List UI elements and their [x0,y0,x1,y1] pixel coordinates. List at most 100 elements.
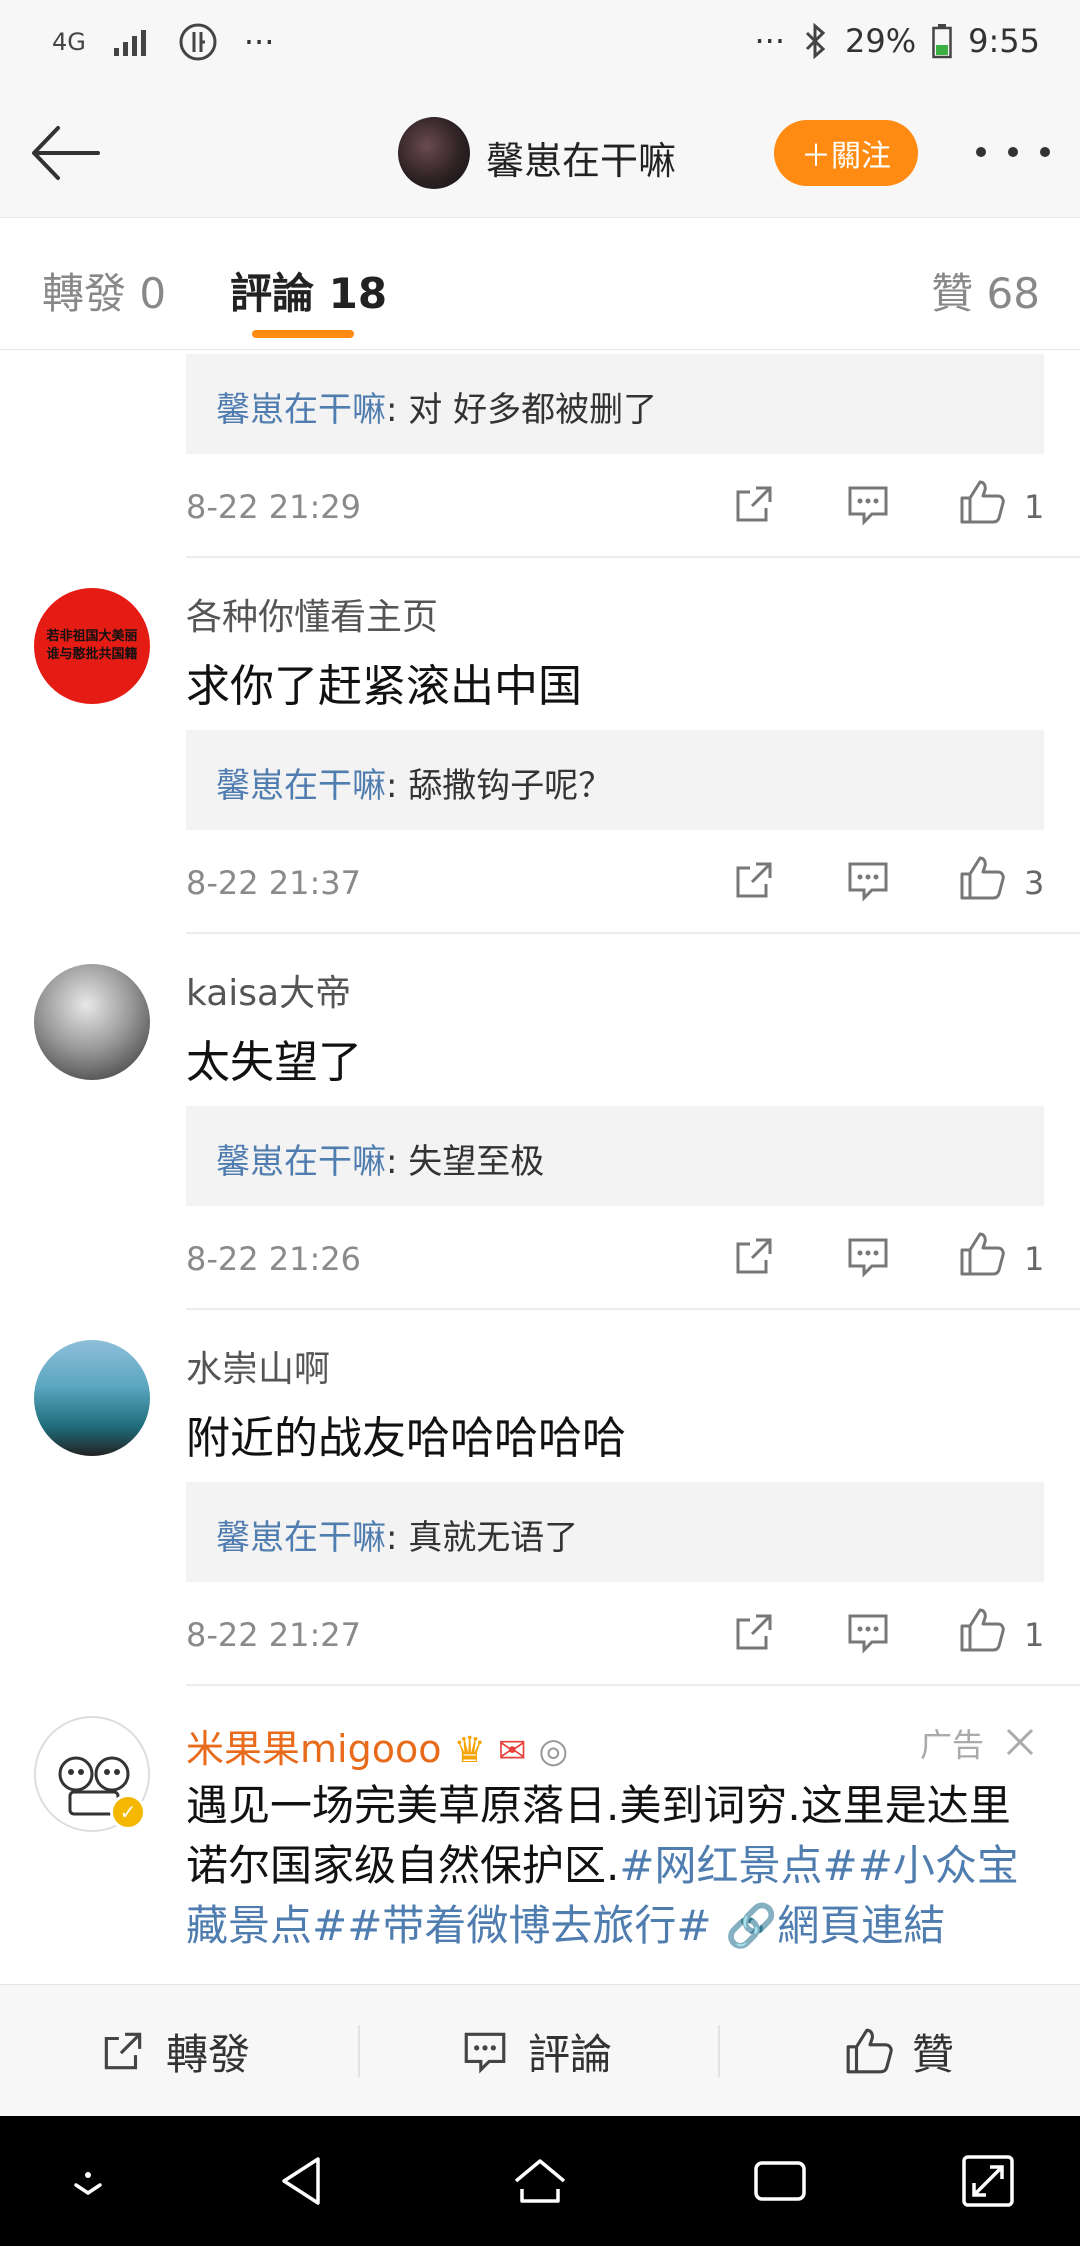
home-icon[interactable] [508,2149,572,2213]
comment-button[interactable]: 評論 [460,1985,612,2117]
avatar[interactable] [34,964,150,1080]
back-button[interactable] [26,118,106,188]
signal-icon [113,30,146,56]
more-options-button[interactable] [976,132,1050,172]
battery-percent: 29% [845,22,917,60]
like-count: 1 [1024,1616,1045,1654]
link-icon: 🔗 [724,1901,778,1950]
comment-label: 評論 [528,2029,613,2079]
ad-username-text: 米果果migooo [186,1727,442,1771]
more-dot-icon [1040,147,1050,157]
tab-comment[interactable]: 評論 18 [230,260,387,321]
comment-username[interactable]: 水崇山啊 [186,1340,330,1392]
chevron-down-icon[interactable] [56,2149,120,2213]
tab-likes[interactable]: 贊 68 [931,260,1040,321]
share-icon [104,2032,142,2070]
reply-content: : 舔撒钩子呢？ [386,766,613,806]
divider [186,556,1080,558]
back-nav-icon[interactable] [270,2149,334,2213]
reply-box[interactable]: 馨崽在干嘛: 舔撒钩子呢？ [186,730,1044,830]
more-dot-icon [976,147,986,157]
ad-web-link[interactable]: 網頁連結 [777,1901,945,1950]
status-overflow: ··· [243,23,275,61]
comment-text: 附近的战友哈哈哈哈哈 [186,1413,626,1464]
reply-box[interactable]: 馨崽在干嘛: 失望至极 [186,1106,1044,1206]
avatar[interactable] [34,1340,150,1456]
thumbs-up-icon [846,2028,893,2074]
thumbs-up-icon[interactable] [958,854,1006,902]
divider [186,1308,1080,1310]
ad-label: 广告 [919,1726,984,1764]
close-icon[interactable] [1004,1726,1036,1758]
network-type: 4G [52,28,86,56]
bottom-action-bar: 轉發 評論 贊 [0,1984,1080,2116]
reply-icon[interactable] [844,1232,892,1280]
like-count: 1 [1024,1240,1045,1278]
share-icon[interactable] [730,1232,778,1280]
user-avatar[interactable] [398,117,470,189]
reply-author-link[interactable]: 馨崽在干嘛 [216,766,386,806]
comment-username[interactable]: 各种你懂看主页 [186,588,438,640]
recent-apps-icon[interactable] [748,2149,812,2213]
share-icon[interactable] [730,1608,778,1656]
comment-list[interactable]: 馨崽在干嘛: 对 好多都被删了 8-22 21:29 1 若非祖国大美丽 谁与憨… [0,350,1080,1984]
reply-text: 馨崽在干嘛: 失望至极 [216,1134,544,1183]
avatar-text: 若非祖国大美丽 [46,629,138,644]
clock: 9:55 [968,22,1040,60]
reply-content: : 对 好多都被删了 [386,390,658,430]
envelope-icon: ✉ [497,1731,527,1771]
thumbs-up-icon[interactable] [958,1230,1006,1278]
reply-icon[interactable] [844,480,892,528]
status-overflow-right: ··· [754,22,786,60]
reply-text: 馨崽在干嘛: 舔撒钩子呢？ [216,758,612,807]
ad-username[interactable]: 米果果migooo ♛ ✉ ◎ [186,1718,568,1773]
comment-time: 8-22 21:27 [186,1616,362,1654]
divider [186,1684,1080,1686]
expand-icon[interactable] [956,2149,1020,2213]
share-icon[interactable] [730,856,778,904]
page-title[interactable]: 馨崽在干嘛 [486,130,676,185]
bluetooth-icon [805,23,826,59]
active-tab-indicator [252,330,354,338]
battery-icon [932,24,952,59]
reply-text: 馨崽在干嘛: 对 好多都被删了 [216,382,657,431]
separator [358,2025,360,2077]
avatar-text: 谁与憨批共国籍 [46,647,138,662]
comment-time: 8-22 21:26 [186,1240,362,1278]
comment-icon [464,2032,506,2074]
share-icon[interactable] [730,480,778,528]
reply-text: 馨崽在干嘛: 真就无语了 [216,1510,578,1559]
repost-button[interactable]: 轉發 [98,1985,250,2117]
reply-author-link[interactable]: 馨崽在干嘛 [216,1142,386,1182]
comment-time: 8-22 21:29 [186,488,362,526]
ad-text[interactable]: 遇见一场完美草原落日.美到词穷.这里是达里诺尔国家级自然保护区.#网红景点##小… [186,1776,1036,1956]
avatar[interactable]: 若非祖国大美丽 谁与憨批共国籍 [34,588,150,704]
reply-box[interactable]: 馨崽在干嘛: 真就无语了 [186,1482,1044,1582]
reply-box[interactable]: 馨崽在干嘛: 对 好多都被删了 [186,354,1044,454]
tab-repost[interactable]: 轉發 0 [42,260,166,321]
top-app-bar: 馨崽在干嘛 ＋關注 [0,92,1080,218]
follow-button[interactable]: ＋關注 [774,120,918,186]
status-bar: 4G ··· ··· 29% 9:55 [0,0,1080,92]
thumbs-up-icon[interactable] [958,478,1006,526]
comment-text: 求你了赶紧滚出中国 [186,661,582,712]
more-dot-icon [1008,147,1018,157]
reply-content: : 真就无语了 [386,1518,579,1558]
comment-text: 太失望了 [186,1037,362,1088]
back-arrow-icon [32,126,100,180]
reply-icon[interactable] [844,1608,892,1656]
crown-icon: ♛ [453,1730,486,1771]
comment-time: 8-22 21:37 [186,864,362,902]
reply-author-link[interactable]: 馨崽在干嘛 [216,1518,386,1558]
separator [718,2025,720,2077]
like-button[interactable]: 贊 [844,1985,954,2117]
reply-author-link[interactable]: 馨崽在干嘛 [216,390,386,430]
reply-icon[interactable] [844,856,892,904]
like-label: 贊 [912,2029,955,2079]
reply-content: : 失望至极 [386,1142,545,1182]
comment-username[interactable]: kaisa大帝 [186,964,351,1016]
medal-icon: ◎ [538,1731,569,1771]
divider [186,932,1080,934]
thumbs-up-icon[interactable] [958,1606,1006,1654]
verified-badge-icon: ✓ [110,1794,146,1830]
